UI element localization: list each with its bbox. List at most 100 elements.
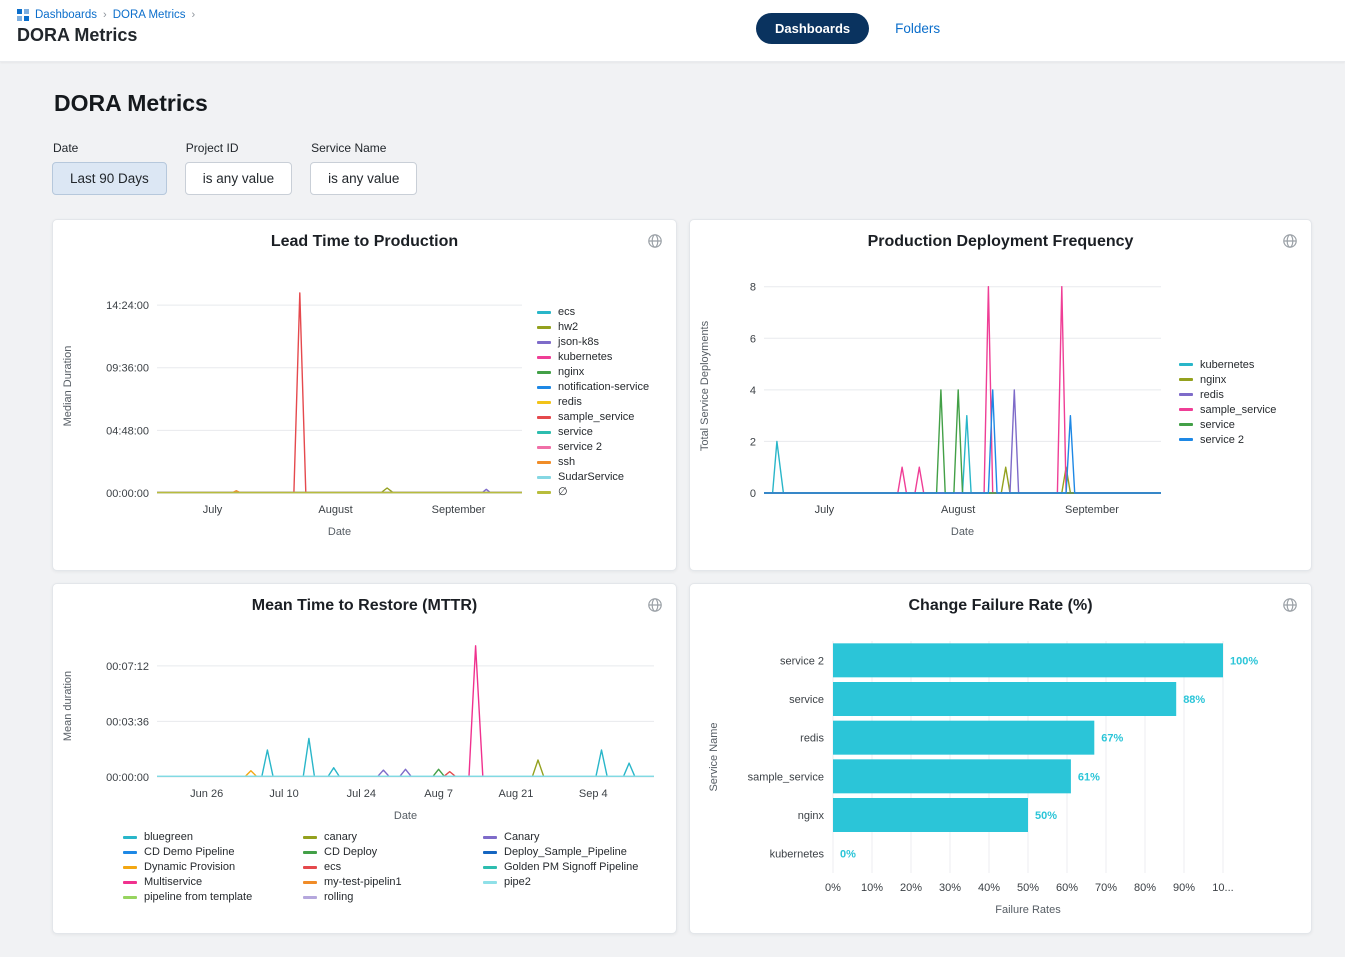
legend-item[interactable]: ssh xyxy=(537,456,649,468)
legend-swatch xyxy=(537,431,551,434)
deployment-frequency-legend: kubernetes nginx redis sample_serviceservic… xyxy=(1179,359,1276,446)
legend-label: ecs xyxy=(324,861,341,873)
deployment-frequency-chart[interactable]: 02468JulyAugustSeptemberDateTotal Servic… xyxy=(694,251,1179,553)
legend-swatch xyxy=(1179,423,1193,426)
svg-text:0: 0 xyxy=(750,488,756,500)
globe-icon[interactable] xyxy=(645,231,665,251)
legend-label: Multiservice xyxy=(144,876,202,888)
globe-icon[interactable] xyxy=(645,595,665,615)
legend-label: pipeline from template xyxy=(144,891,252,903)
legend-swatch xyxy=(483,881,497,884)
legend-item[interactable]: Deploy_Sample_Pipeline xyxy=(483,846,638,858)
breadcrumb-dora-metrics[interactable]: DORA Metrics xyxy=(113,9,186,21)
svg-text:60%: 60% xyxy=(1055,882,1077,894)
mttr-legend: bluegreen CD Demo Pipeline Dynamic Provisi… xyxy=(123,831,672,903)
legend-item[interactable]: CD Demo Pipeline xyxy=(123,846,273,858)
legend-item[interactable]: pipe2 xyxy=(483,876,638,888)
panel-lead-time: Lead Time to Production 00:00:0004:48:00… xyxy=(52,219,677,571)
svg-text:sample_service: sample_service xyxy=(747,771,823,783)
change-failure-rate-chart[interactable]: 0%10%20%30%40%50%60%70%80%90%10...servic… xyxy=(701,615,1301,933)
legend-label: CD Deploy xyxy=(324,846,377,858)
legend-item[interactable]: service 2 xyxy=(1179,434,1276,446)
svg-text:Jun 26: Jun 26 xyxy=(190,788,223,800)
svg-text:6: 6 xyxy=(750,333,756,345)
legend-item[interactable]: ecs xyxy=(303,861,453,873)
legend-label: ssh xyxy=(558,456,575,468)
legend-swatch xyxy=(303,881,317,884)
legend-item[interactable]: SudarService xyxy=(537,471,649,483)
legend-label: bluegreen xyxy=(144,831,193,843)
legend-item[interactable]: Multiservice xyxy=(123,876,273,888)
legend-item[interactable]: service xyxy=(537,426,649,438)
filter-project-id-label: Project ID xyxy=(186,141,292,155)
legend-item[interactable]: ∅ xyxy=(537,486,649,498)
filter-project-id-value[interactable]: is any value xyxy=(185,162,292,195)
legend-label: my-test-pipelin1 xyxy=(324,876,402,888)
legend-item[interactable]: ecs xyxy=(537,306,649,318)
filter-service-name-value[interactable]: is any value xyxy=(310,162,417,195)
svg-text:July: July xyxy=(203,504,223,516)
legend-item[interactable]: Dynamic Provision xyxy=(123,861,273,873)
legend-label: nginx xyxy=(1200,374,1226,386)
svg-text:kubernetes: kubernetes xyxy=(769,849,824,861)
tab-dashboards[interactable]: Dashboards xyxy=(756,13,869,44)
svg-text:10...: 10... xyxy=(1212,882,1233,894)
legend-item[interactable]: bluegreen xyxy=(123,831,273,843)
lead-time-chart[interactable]: 00:00:0004:48:0009:36:0014:24:00JulyAugu… xyxy=(57,251,537,553)
legend-item[interactable]: sample_service xyxy=(1179,404,1276,416)
svg-text:90%: 90% xyxy=(1172,882,1194,894)
dashboard-title: DORA Metrics xyxy=(54,90,1312,117)
globe-icon[interactable] xyxy=(1280,231,1300,251)
legend-label: CD Demo Pipeline xyxy=(144,846,234,858)
legend-item[interactable]: rolling xyxy=(303,891,453,903)
legend-item[interactable]: service 2 xyxy=(537,441,649,453)
legend-item[interactable]: pipeline from template xyxy=(123,891,273,903)
legend-item[interactable]: sample_service xyxy=(537,411,649,423)
breadcrumb-dashboards[interactable]: Dashboards xyxy=(35,9,97,21)
legend-swatch xyxy=(537,476,551,479)
legend-swatch xyxy=(537,446,551,449)
legend-item[interactable]: nginx xyxy=(537,366,649,378)
dashboard-content: DORA Metrics Date Last 90 Days Project I… xyxy=(0,62,1345,934)
legend-item[interactable]: my-test-pipelin1 xyxy=(303,876,453,888)
legend-swatch xyxy=(303,866,317,869)
legend-item[interactable]: redis xyxy=(1179,389,1276,401)
legend-label: kubernetes xyxy=(558,351,612,363)
legend-item[interactable]: canary xyxy=(303,831,453,843)
svg-text:50%: 50% xyxy=(1016,882,1038,894)
legend-item[interactable]: kubernetes xyxy=(537,351,649,363)
legend-label: redis xyxy=(1200,389,1224,401)
legend-item[interactable]: notification-service xyxy=(537,381,649,393)
legend-item[interactable]: redis xyxy=(537,396,649,408)
legend-item[interactable]: CD Deploy xyxy=(303,846,453,858)
panel-mttr: Mean Time to Restore (MTTR) 00:00:0000:0… xyxy=(52,583,677,934)
lead-time-title: Lead Time to Production xyxy=(271,233,458,251)
svg-text:August: August xyxy=(941,504,975,516)
svg-text:Aug 7: Aug 7 xyxy=(424,788,453,800)
legend-item[interactable]: hw2 xyxy=(537,321,649,333)
legend-swatch xyxy=(123,851,137,854)
legend-item[interactable]: nginx xyxy=(1179,374,1276,386)
legend-item[interactable]: kubernetes xyxy=(1179,359,1276,371)
legend-item[interactable]: json-k8s xyxy=(537,336,649,348)
tab-folders[interactable]: Folders xyxy=(895,21,940,36)
legend-swatch xyxy=(1179,393,1193,396)
legend-swatch xyxy=(1179,438,1193,441)
dashboards-grid-icon xyxy=(17,9,29,21)
legend-swatch xyxy=(303,836,317,839)
filter-service-name-label: Service Name xyxy=(311,141,417,155)
legend-item[interactable]: Golden PM Signoff Pipeline xyxy=(483,861,638,873)
globe-icon[interactable] xyxy=(1280,595,1300,615)
legend-item[interactable]: Canary xyxy=(483,831,638,843)
filter-date-label: Date xyxy=(53,141,167,155)
legend-label: json-k8s xyxy=(558,336,599,348)
filter-bar: Date Last 90 Days Project ID is any valu… xyxy=(52,141,1312,195)
deployment-frequency-title: Production Deployment Frequency xyxy=(868,233,1134,251)
mttr-chart[interactable]: 00:00:0000:03:3600:07:12Jun 26Jul 10Jul … xyxy=(57,615,672,829)
legend-item[interactable]: service xyxy=(1179,419,1276,431)
svg-text:August: August xyxy=(318,504,352,516)
legend-label: sample_service xyxy=(558,411,634,423)
filter-date-value[interactable]: Last 90 Days xyxy=(52,162,167,195)
breadcrumb: Dashboards › DORA Metrics › xyxy=(17,9,1329,21)
svg-text:July: July xyxy=(815,504,835,516)
